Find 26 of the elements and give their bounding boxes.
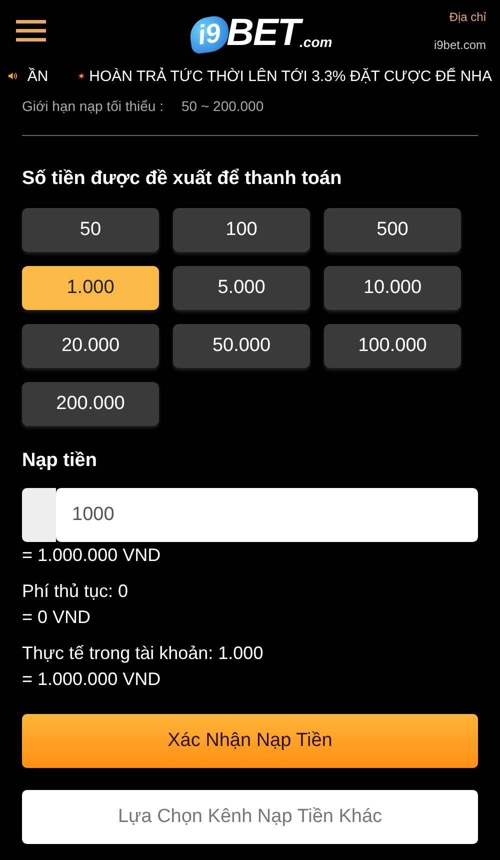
confirm-button[interactable]: Xác Nhận Nạp Tiền: [22, 714, 478, 768]
announcement-text: ẦN: [27, 68, 48, 84]
address-label: Địa chỉ: [449, 10, 486, 24]
section-title: Nạp tiền: [22, 450, 98, 472]
amount-button[interactable]: 50.000: [173, 324, 310, 368]
other-channel-button[interactable]: Lựa Chọn Kênh Nạp Tiền Khác: [22, 790, 478, 844]
actual-converted: = 1.000.000 VND: [21, 668, 162, 691]
amount-button[interactable]: 100: [173, 208, 310, 252]
address-link[interactable]: i9bet.com: [434, 38, 486, 52]
limit-label: Giới hạn nạp tối thiểu :: [22, 98, 164, 114]
limit-value: 50 ~ 200.000: [182, 98, 264, 114]
amount-button[interactable]: 200.000: [22, 382, 159, 426]
converted-amount: = 1.000.000 VND: [21, 544, 162, 567]
actual-amount: Thực tế trong tài khoản: 1.000: [21, 642, 264, 665]
amount-button[interactable]: 20.000: [22, 324, 159, 368]
amount-button[interactable]: 1.000: [22, 266, 159, 310]
amount-button[interactable]: 5.000: [173, 266, 310, 310]
amount-button[interactable]: 10.000: [324, 266, 461, 310]
fee-text: Phí thủ tục: 0: [21, 580, 130, 603]
amount-button[interactable]: 50: [22, 208, 159, 252]
fee-converted: = 0 VND: [21, 606, 92, 629]
menu-icon[interactable]: [16, 19, 46, 43]
announcement-text: HOÀN TRẢ TỨC THỜI LÊN TỚI 3.3% ĐẶT CƯỢC ĐỂ NHA: [89, 68, 492, 84]
amount-button[interactable]: 100.000: [324, 324, 461, 368]
section-title: Số tiền được đề xuất để thanh toán: [22, 168, 343, 190]
amount-button[interactable]: 500: [324, 208, 461, 252]
